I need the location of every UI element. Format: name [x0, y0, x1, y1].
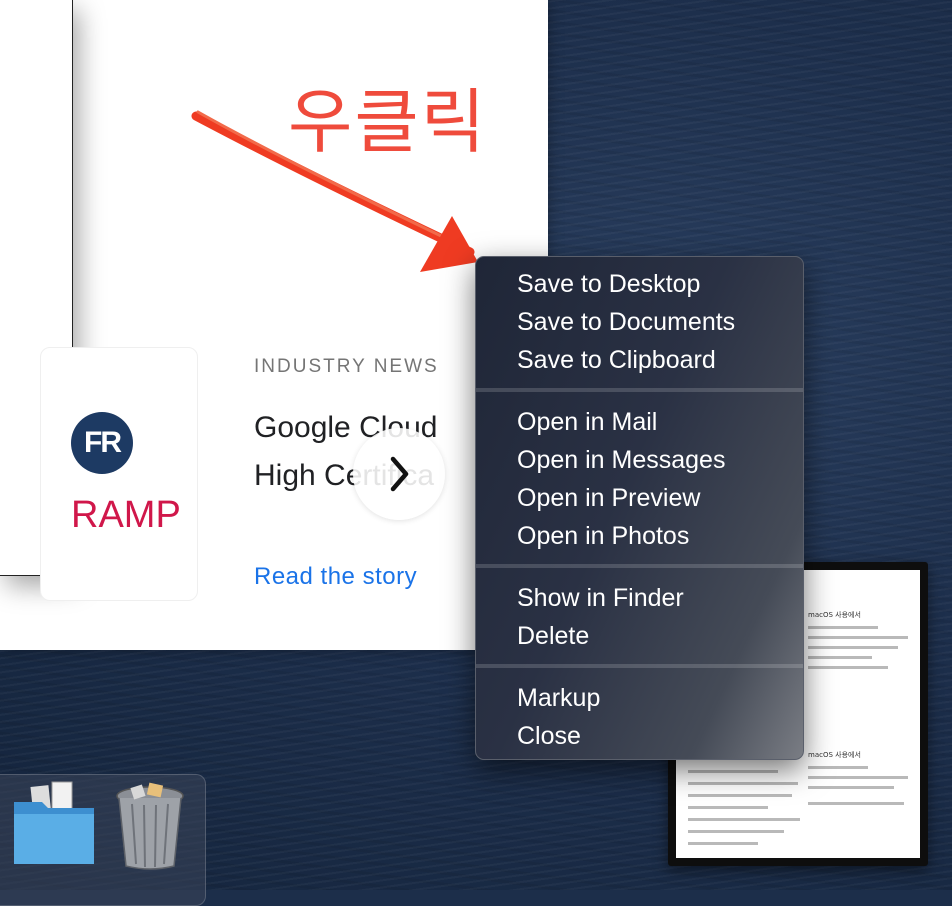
thumbnail-line — [808, 776, 908, 779]
thumbnail-line — [808, 786, 894, 789]
menu-item-close[interactable]: Close — [517, 717, 797, 755]
thumbnail-line — [808, 636, 908, 639]
menu-item-open-in-mail[interactable]: Open in Mail — [517, 403, 797, 441]
thumbnail-line — [688, 830, 784, 833]
menu-item-save-to-desktop[interactable]: Save to Desktop — [517, 265, 797, 303]
context-menu: Save to Desktop Save to Documents Save t… — [475, 256, 804, 760]
thumbnail-line — [688, 770, 778, 773]
logo-card[interactable]: FR RAMP — [40, 347, 198, 601]
carousel-next-button[interactable] — [353, 428, 445, 520]
news-category-label: INDUSTRY NEWS — [254, 356, 439, 377]
menu-item-open-in-preview[interactable]: Open in Preview — [517, 479, 797, 517]
folder-icon[interactable] — [12, 780, 96, 868]
menu-separator — [476, 388, 803, 392]
menu-item-delete[interactable]: Delete — [517, 617, 797, 655]
chevron-right-icon — [390, 456, 409, 492]
thumbnail-line — [808, 766, 868, 769]
thumbnail-heading-2: macOS 사용에서 — [808, 751, 861, 759]
thumbnail-line — [808, 666, 888, 669]
menu-item-markup[interactable]: Markup — [517, 679, 797, 717]
thumbnail-line — [808, 802, 904, 805]
menu-separator — [476, 664, 803, 668]
menu-item-save-to-documents[interactable]: Save to Documents — [517, 303, 797, 341]
annotation-label: 우클릭 — [288, 81, 488, 163]
thumbnail-line — [688, 818, 800, 821]
read-story-link[interactable]: Read the story — [254, 563, 417, 591]
web-page-window: FR RAMP INDUSTRY NEWS Google Cloud High … — [0, 0, 548, 650]
trash-icon[interactable] — [112, 780, 188, 872]
thumbnail-heading-1: macOS 사용에서 — [808, 611, 861, 619]
thumbnail-line — [688, 842, 758, 845]
fr-logo-badge: FR — [71, 412, 133, 474]
menu-item-show-in-finder[interactable]: Show in Finder — [517, 579, 797, 617]
menu-separator — [476, 564, 803, 568]
thumbnail-line — [688, 782, 798, 785]
thumbnail-line — [808, 646, 898, 649]
thumbnail-line — [808, 656, 872, 659]
menu-item-open-in-photos[interactable]: Open in Photos — [517, 517, 797, 555]
thumbnail-line — [688, 806, 768, 809]
ramp-logo-text: RAMP — [71, 494, 181, 536]
menu-item-save-to-clipboard[interactable]: Save to Clipboard — [517, 341, 797, 379]
thumbnail-line — [808, 626, 878, 629]
thumbnail-line — [688, 794, 792, 797]
menu-item-open-in-messages[interactable]: Open in Messages — [517, 441, 797, 479]
